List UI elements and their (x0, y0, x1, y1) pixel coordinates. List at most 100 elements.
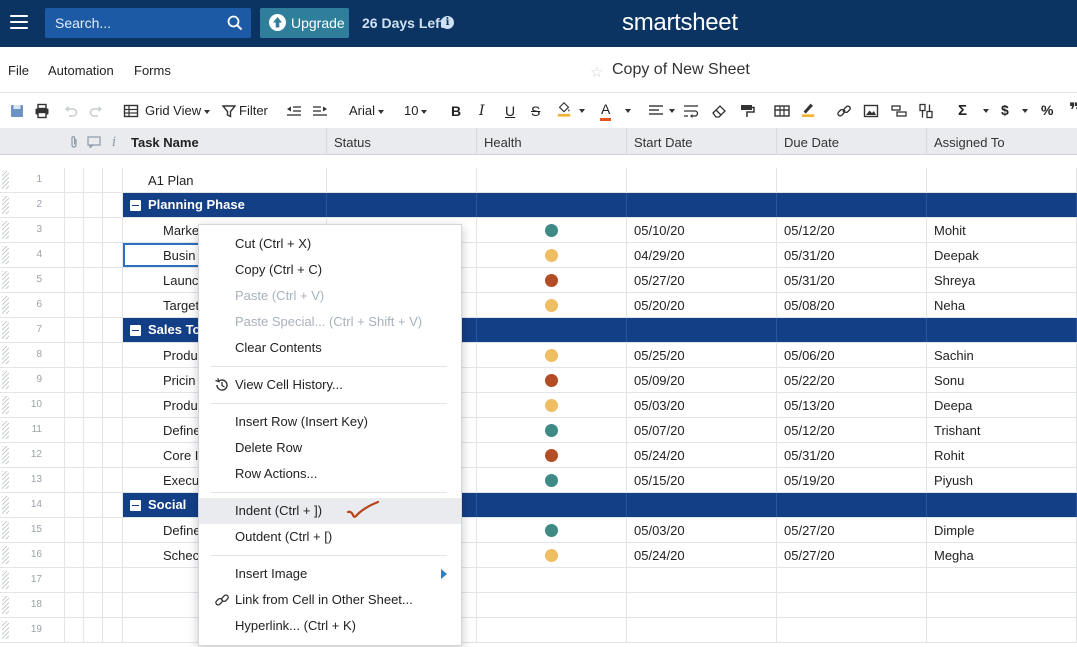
row-gutter-cell[interactable] (65, 343, 84, 367)
row-gutter-cell[interactable] (46, 318, 65, 342)
grid-view-dropdown[interactable]: Grid View (145, 103, 211, 123)
cell-start[interactable] (627, 168, 777, 192)
cell-due[interactable]: 05/27/20 (777, 518, 927, 542)
cell-assigned[interactable]: Mohit (927, 218, 1077, 242)
menu-item-outdent[interactable]: Outdent (Ctrl + [) (199, 524, 461, 550)
cell-assigned[interactable] (927, 493, 1077, 517)
underline-button[interactable]: U (505, 103, 515, 123)
percent-button[interactable]: % (1041, 102, 1053, 122)
row-gutter-cell[interactable] (84, 318, 103, 342)
search-input[interactable]: Search... (45, 8, 251, 38)
menu-item-hyperlink[interactable]: Hyperlink... (Ctrl + K) (199, 613, 461, 639)
italic-button[interactable]: I (479, 103, 485, 123)
cell-due[interactable]: 05/31/20 (777, 268, 927, 292)
table-row[interactable]: 18 (0, 593, 1077, 618)
row-gutter-cell[interactable] (46, 218, 65, 242)
cell-start[interactable] (627, 568, 777, 592)
row-gutter-cell[interactable] (84, 518, 103, 542)
column-header-health[interactable]: Health (484, 135, 522, 150)
row-gutter-cell[interactable] (65, 293, 84, 317)
decimal-more-icon[interactable]: ❞ (1069, 98, 1077, 122)
cell-start[interactable]: 04/29/20 (627, 243, 777, 267)
menu-file[interactable]: File (8, 63, 29, 78)
cell-start[interactable]: 05/10/20 (627, 218, 777, 242)
font-family-dropdown[interactable]: Arial (349, 103, 385, 123)
insert-image-icon[interactable] (863, 103, 879, 119)
cell-due[interactable] (777, 318, 927, 342)
table-row[interactable]: 11 Define 05/07/20 05/12/20 Trishant (0, 418, 1077, 443)
table-row[interactable]: 12 Core I 05/24/20 05/31/20 Rohit (0, 443, 1077, 468)
cell-due[interactable]: 05/12/20 (777, 218, 927, 242)
font-size-dropdown[interactable]: 10 (404, 103, 428, 123)
bold-button[interactable]: B (451, 103, 461, 123)
currency-button[interactable]: $ (1001, 102, 1009, 122)
collapse-icon[interactable] (130, 500, 141, 511)
row-gutter-cell[interactable] (65, 568, 84, 592)
parent-row[interactable]: 14 Social (0, 493, 1077, 518)
row-gutter-cell[interactable] (46, 193, 65, 217)
row-gutter-cell[interactable] (65, 268, 84, 292)
row-gutter-cell[interactable] (104, 368, 123, 392)
row-gutter-cell[interactable] (65, 218, 84, 242)
cell-health[interactable] (477, 593, 627, 617)
cell-health[interactable] (477, 443, 627, 467)
row-gutter-cell[interactable] (65, 518, 84, 542)
menu-item-insert-image[interactable]: Insert Image (199, 561, 461, 587)
cell-start[interactable]: 05/15/20 (627, 468, 777, 492)
text-color-button[interactable]: A (600, 101, 612, 121)
cell-assigned[interactable] (927, 318, 1077, 342)
hamburger-menu-icon[interactable] (10, 15, 28, 29)
menu-item-paste[interactable]: Paste (Ctrl + V) (199, 283, 461, 309)
cell-health[interactable] (477, 518, 627, 542)
cell-health[interactable] (477, 568, 627, 592)
row-gutter-cell[interactable] (46, 343, 65, 367)
cell-start[interactable] (627, 593, 777, 617)
row-gutter-cell[interactable] (46, 268, 65, 292)
conditional-format-icon[interactable] (800, 101, 816, 117)
cell-start[interactable]: 05/20/20 (627, 293, 777, 317)
menu-item-cut[interactable]: Cut (Ctrl + X) (199, 231, 461, 257)
row-gutter-cell[interactable] (84, 193, 103, 217)
cell-start[interactable] (627, 618, 777, 642)
cell-health[interactable] (477, 343, 627, 367)
menu-item-row-actions[interactable]: Row Actions... (199, 461, 461, 487)
cell-due[interactable]: 05/22/20 (777, 368, 927, 392)
parent-row[interactable]: 2 Planning Phase (0, 193, 1077, 218)
cell-assigned[interactable]: Neha (927, 293, 1077, 317)
table-row[interactable]: 9 Pricin 05/09/20 05/22/20 Sonu (0, 368, 1077, 393)
cell-due[interactable] (777, 493, 927, 517)
row-gutter-cell[interactable] (84, 543, 103, 567)
row-gutter-cell[interactable] (65, 368, 84, 392)
row-gutter-cell[interactable] (104, 468, 123, 492)
cell-assigned[interactable]: Deepa (927, 393, 1077, 417)
row-gutter-cell[interactable] (65, 543, 84, 567)
row-gutter-cell[interactable] (84, 218, 103, 242)
cell-health[interactable] (477, 293, 627, 317)
redo-icon[interactable] (88, 103, 104, 119)
row-gutter-cell[interactable] (46, 168, 65, 192)
table-row[interactable]: 1 A1 Plan (0, 168, 1077, 193)
sum-function-button[interactable]: Σ (958, 102, 967, 122)
cell-due[interactable] (777, 618, 927, 642)
text-color-caret-icon[interactable] (625, 109, 631, 113)
cell-health[interactable] (477, 318, 627, 342)
row-gutter-cell[interactable] (84, 468, 103, 492)
row-gutter-cell[interactable] (65, 393, 84, 417)
table-row[interactable]: 4 Busin 04/29/20 05/31/20 Deepak (0, 243, 1077, 268)
cell-due[interactable]: 05/08/20 (777, 293, 927, 317)
fill-color-caret-icon[interactable] (579, 109, 585, 113)
row-gutter-cell[interactable] (46, 543, 65, 567)
row-gutter-cell[interactable] (65, 243, 84, 267)
cell-health[interactable] (477, 268, 627, 292)
table-row[interactable]: 15 Define 05/03/20 05/27/20 Dimple (0, 518, 1077, 543)
currency-caret-icon[interactable] (1022, 109, 1028, 113)
row-gutter-cell[interactable] (65, 168, 84, 192)
gantt-view-icon[interactable] (891, 103, 907, 119)
menu-item-clear-contents[interactable]: Clear Contents (199, 335, 461, 361)
cell-start[interactable]: 05/03/20 (627, 393, 777, 417)
cell-health[interactable] (477, 418, 627, 442)
cell-due[interactable] (777, 168, 927, 192)
cell-start[interactable] (627, 493, 777, 517)
strikethrough-button[interactable]: S (531, 103, 540, 123)
filter-button[interactable]: Filter (239, 103, 268, 123)
